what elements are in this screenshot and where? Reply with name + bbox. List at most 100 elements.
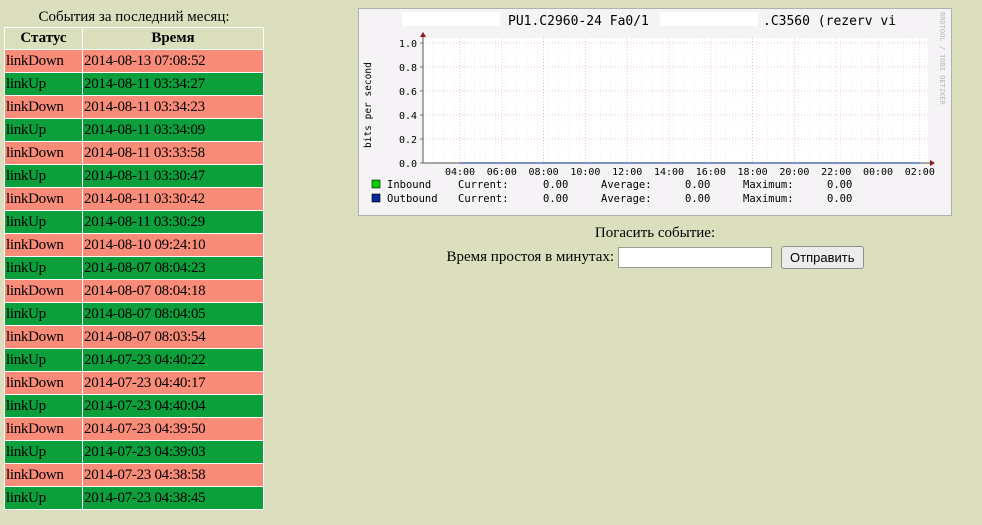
acknowledge-title: Погасить событие:	[594, 225, 716, 241]
legend-average-value: 0.00	[685, 193, 710, 205]
graph-watermark: RRDTOOL / TOBI OETIKER	[938, 12, 946, 106]
y-tick-label: 0.2	[399, 135, 417, 146]
legend-maximum-value: 0.00	[827, 193, 852, 205]
y-axis-label: bits per second	[363, 62, 374, 148]
event-time: 2014-07-23 04:39:50	[83, 418, 263, 440]
event-status: linkUp	[5, 349, 82, 371]
legend-maximum-label: Maximum:	[743, 179, 794, 191]
legend-swatch-inbound	[371, 179, 381, 189]
event-time: 2014-08-11 03:34:27	[83, 73, 263, 95]
event-status: linkDown	[5, 96, 82, 118]
redacted-block-1	[402, 12, 500, 26]
legend-current-value: 0.00	[543, 179, 568, 191]
event-status: linkDown	[5, 464, 82, 486]
event-row: linkUp 2014-08-11 03:34:09	[5, 119, 263, 141]
x-tick-label: 20:00	[779, 167, 809, 178]
event-row: linkDown 2014-08-13 07:08:52	[5, 50, 263, 72]
event-time: 2014-07-23 04:40:17	[83, 372, 263, 394]
event-status: linkDown	[5, 280, 82, 302]
event-row: linkDown 2014-08-07 08:03:54	[5, 326, 263, 348]
event-row: linkUp 2014-08-07 08:04:23	[5, 257, 263, 279]
legend-series-name: Outbound	[387, 193, 438, 205]
event-row: linkDown 2014-08-11 03:30:42	[5, 188, 263, 210]
event-time: 2014-07-23 04:40:22	[83, 349, 263, 371]
event-status: linkUp	[5, 165, 82, 187]
event-time: 2014-08-07 08:04:05	[83, 303, 263, 325]
event-row: linkUp 2014-07-23 04:40:04	[5, 395, 263, 417]
downtime-minutes-input[interactable]	[618, 247, 773, 268]
event-status: linkUp	[5, 487, 82, 509]
x-tick-label: 00:00	[863, 167, 893, 178]
legend-series-name: Inbound	[387, 179, 431, 191]
event-row: linkUp 2014-08-07 08:04:05	[5, 303, 263, 325]
redacted-block-2	[660, 12, 758, 26]
event-status: linkUp	[5, 441, 82, 463]
event-time: 2014-08-07 08:03:54	[83, 326, 263, 348]
event-row: linkUp 2014-08-11 03:34:27	[5, 73, 263, 95]
event-status: linkDown	[5, 372, 82, 394]
y-tick-label: 1.0	[399, 39, 417, 50]
event-status: linkUp	[5, 119, 82, 141]
event-time: 2014-07-23 04:38:45	[83, 487, 263, 509]
event-row: linkDown 2014-07-23 04:40:17	[5, 372, 263, 394]
event-status: linkUp	[5, 73, 82, 95]
submit-button[interactable]: Отправить	[781, 246, 864, 269]
y-tick-label: 0.4	[399, 111, 417, 122]
events-table: Статус Время linkDown 2014-08-13 07:08:52…	[4, 27, 264, 510]
event-time: 2014-08-11 03:30:42	[83, 188, 263, 210]
event-row: linkUp 2014-07-23 04:38:45	[5, 487, 263, 509]
legend-average-value: 0.00	[685, 179, 710, 191]
event-time: 2014-08-13 07:08:52	[83, 50, 263, 72]
graph-canvas: PU1.C2960-24 Fa0/1 .C3560 (rezerv vi RRD…	[358, 8, 952, 216]
y-tick-label: 0.0	[399, 159, 417, 170]
x-tick-label: 02:00	[905, 167, 935, 178]
x-tick-label: 16:00	[696, 167, 726, 178]
event-row: linkDown 2014-07-23 04:39:50	[5, 418, 263, 440]
event-time: 2014-08-11 03:34:23	[83, 96, 263, 118]
event-time: 2014-07-23 04:39:03	[83, 441, 263, 463]
events-panel: События за последний месяц: Статус Время…	[4, 8, 264, 510]
status-column-header: Статус	[5, 28, 82, 49]
event-status: linkDown	[5, 234, 82, 256]
event-row: linkUp 2014-07-23 04:39:03	[5, 441, 263, 463]
y-tick-label: 0.8	[399, 63, 417, 74]
event-status: linkDown	[5, 188, 82, 210]
x-tick-label: 18:00	[738, 167, 768, 178]
legend-current-label: Current:	[458, 179, 509, 191]
x-tick-label: 08:00	[529, 167, 559, 178]
legend-average-label: Average:	[601, 179, 652, 191]
event-row: linkUp 2014-08-11 03:30:47	[5, 165, 263, 187]
event-status: linkDown	[5, 50, 82, 72]
x-tick-label: 14:00	[654, 167, 684, 178]
event-time: 2014-08-11 03:33:58	[83, 142, 263, 164]
plot-area	[423, 38, 928, 163]
event-status: linkUp	[5, 395, 82, 417]
legend-current-value: 0.00	[543, 193, 568, 205]
graph-title-part1: PU1.C2960-24 Fa0/1	[508, 14, 649, 29]
event-status: linkUp	[5, 211, 82, 233]
legend-current-label: Current:	[458, 193, 509, 205]
event-time: 2014-08-07 08:04:23	[83, 257, 263, 279]
events-caption: События за последний месяц:	[38, 9, 230, 25]
event-row: linkDown 2014-07-23 04:38:58	[5, 464, 263, 486]
event-time: 2014-08-07 08:04:18	[83, 280, 263, 302]
event-row: linkDown 2014-08-11 03:34:23	[5, 96, 263, 118]
event-time: 2014-07-23 04:40:04	[83, 395, 263, 417]
x-tick-label: 10:00	[570, 167, 600, 178]
x-tick-label: 22:00	[821, 167, 851, 178]
y-tick-label: 0.6	[399, 87, 417, 98]
legend-maximum-label: Maximum:	[743, 193, 794, 205]
event-time: 2014-08-10 09:24:10	[83, 234, 263, 256]
x-tick-label: 06:00	[487, 167, 517, 178]
event-time: 2014-07-23 04:38:58	[83, 464, 263, 486]
event-status: linkUp	[5, 303, 82, 325]
event-row: linkDown 2014-08-10 09:24:10	[5, 234, 263, 256]
legend-maximum-value: 0.00	[827, 179, 852, 191]
event-status: linkDown	[5, 142, 82, 164]
legend-average-label: Average:	[601, 193, 652, 205]
event-time: 2014-08-11 03:34:09	[83, 119, 263, 141]
event-row: linkDown 2014-08-11 03:33:58	[5, 142, 263, 164]
acknowledge-form: Погасить событие: Время простоя в минута…	[358, 224, 952, 269]
event-status: linkUp	[5, 257, 82, 279]
event-row: linkUp 2014-08-11 03:30:29	[5, 211, 263, 233]
